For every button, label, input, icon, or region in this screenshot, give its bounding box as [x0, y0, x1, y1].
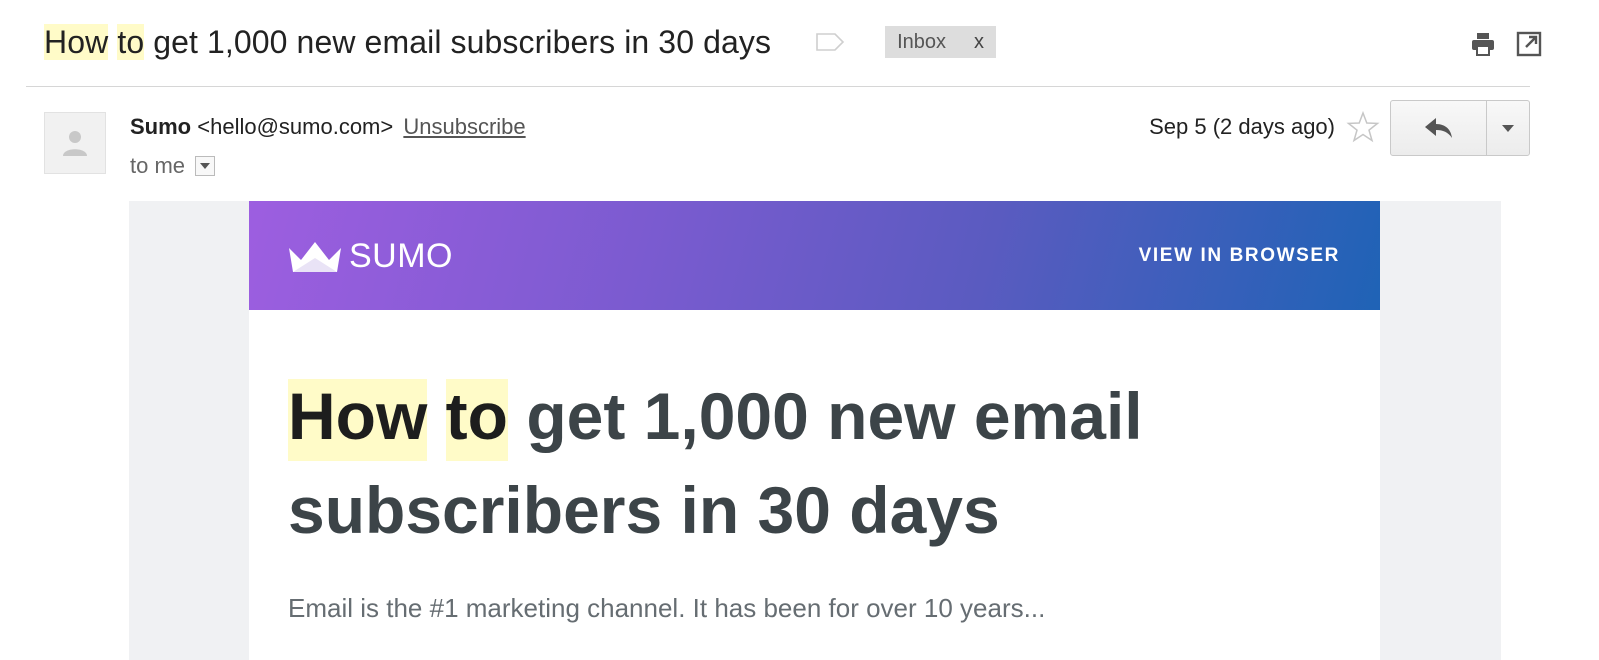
email-headline: How to get 1,000 new email subscribers i…: [288, 369, 1288, 557]
email-body: SUMO VIEW IN BROWSER How to get 1,000 ne…: [129, 201, 1501, 660]
reply-button[interactable]: [1391, 101, 1487, 155]
more-actions-button[interactable]: [1487, 101, 1529, 155]
sender-line: Sumo <hello@sumo.com> Unsubscribe: [130, 114, 526, 140]
email-card: SUMO VIEW IN BROWSER How to get 1,000 ne…: [249, 201, 1380, 660]
unsubscribe-link[interactable]: Unsubscribe: [403, 114, 525, 139]
search-highlight: How: [288, 379, 428, 461]
caret-down-icon: [1502, 124, 1514, 132]
header-actions: [1469, 30, 1543, 58]
brand-name: SUMO: [349, 237, 453, 275]
reply-button-group: [1390, 100, 1530, 156]
recipient-text: to me: [130, 153, 186, 178]
message-date: Sep 5 (2 days ago): [1149, 114, 1335, 139]
email-subject: How to get 1,000 new email subscribers i…: [44, 23, 772, 61]
view-in-browser-link[interactable]: VIEW IN BROWSER: [1139, 245, 1340, 267]
email-view: How to get 1,000 new email subscribers i…: [0, 0, 1599, 660]
new-window-icon[interactable]: [1515, 30, 1543, 58]
inbox-label-chip[interactable]: Inbox x: [885, 26, 997, 58]
search-highlight: to: [117, 23, 145, 60]
header-divider: [26, 86, 1530, 87]
search-highlight: How: [44, 23, 109, 60]
email-lede: Email is the #1 marketing channel. It ha…: [288, 593, 1046, 623]
crown-icon: [289, 241, 341, 272]
person-icon: [63, 131, 87, 156]
sender-email: <hello@sumo.com>: [197, 114, 394, 139]
inbox-label-text: Inbox: [897, 30, 947, 53]
headline-text: get 1,000 new email: [526, 379, 1143, 453]
headline-text: subscribers in 30 days: [288, 473, 1000, 547]
subject-text: get 1,000 new email subscribers in 30 da…: [153, 23, 772, 60]
subject-bar: How to get 1,000 new email subscribers i…: [44, 14, 997, 70]
search-highlight: to: [445, 379, 508, 461]
label-tag-icon[interactable]: [815, 32, 845, 52]
avatar[interactable]: [44, 112, 106, 174]
recipient-line: to me: [130, 153, 216, 179]
sender-name[interactable]: Sumo: [130, 114, 191, 139]
reply-icon: [1424, 118, 1452, 138]
print-icon[interactable]: [1469, 30, 1497, 58]
star-icon[interactable]: [1346, 110, 1380, 144]
remove-label-button[interactable]: x: [974, 31, 984, 54]
sumo-logo[interactable]: SUMO: [287, 237, 453, 276]
email-banner: SUMO VIEW IN BROWSER: [249, 201, 1380, 310]
details-dropdown[interactable]: [195, 156, 216, 176]
chevron-down-icon: [200, 163, 211, 169]
